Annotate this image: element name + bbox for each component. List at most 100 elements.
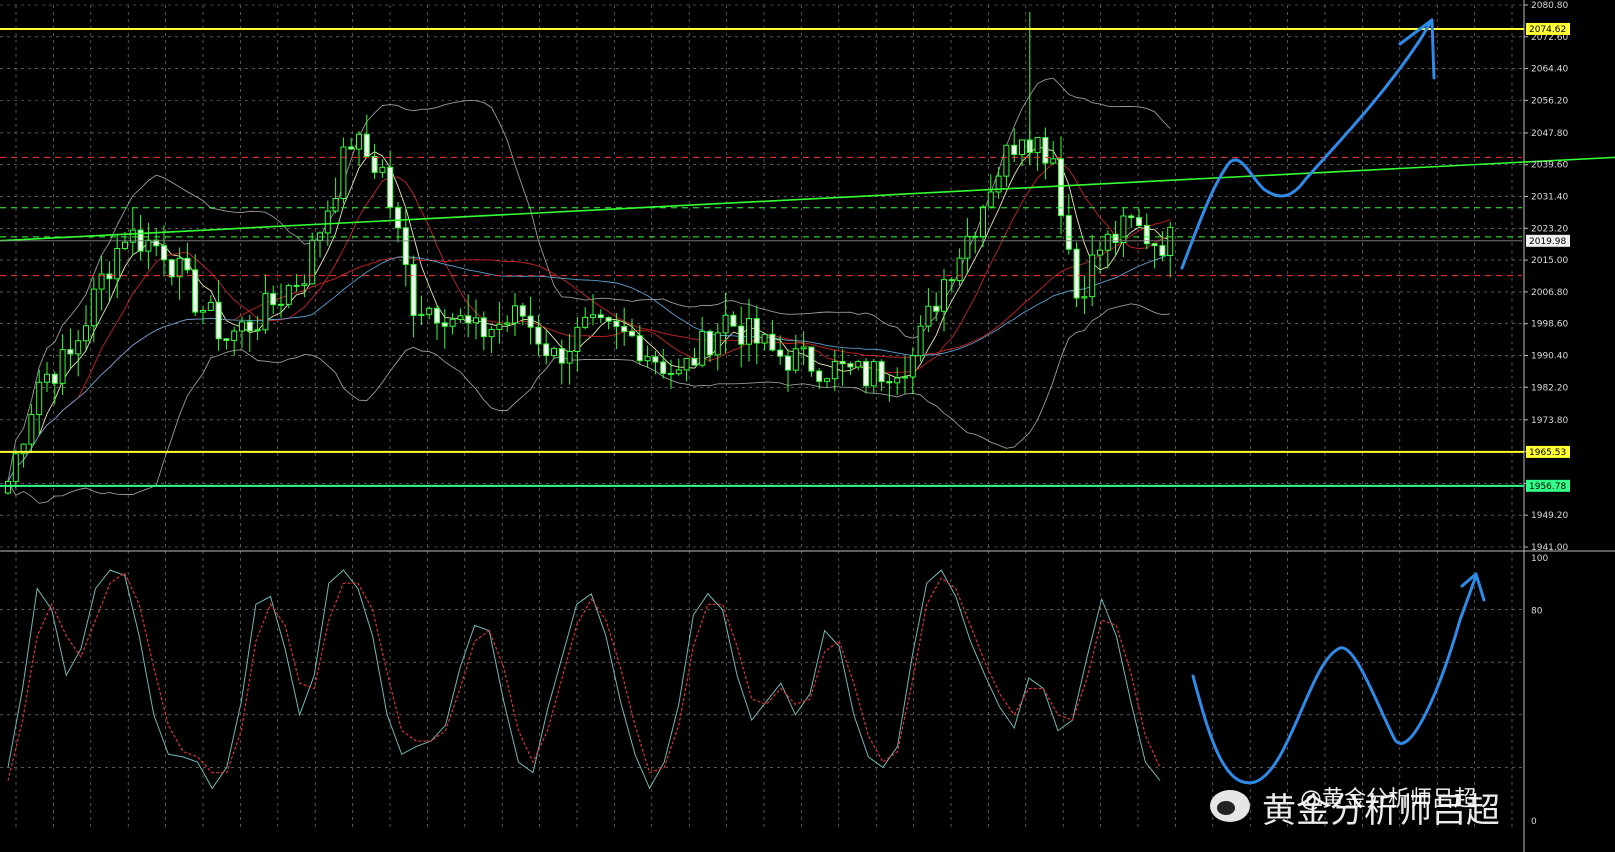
candle-body [285, 285, 292, 305]
candle-body [114, 248, 121, 280]
candle-body [761, 333, 768, 344]
candle-body [449, 318, 456, 327]
candle-body [1167, 226, 1174, 256]
candle-body [847, 363, 854, 368]
candle-body [410, 263, 417, 316]
candle-body [714, 332, 721, 356]
weibo-logo-eye [1217, 801, 1235, 815]
candle-body [1050, 158, 1057, 164]
candle-body [753, 318, 760, 344]
candle-body [590, 314, 596, 318]
candle-body [948, 279, 955, 282]
y-tick-label: 2056.20 [1531, 96, 1568, 106]
candle-body [44, 373, 50, 383]
candle-body [543, 343, 550, 357]
candle-body [90, 288, 97, 327]
candle-body [231, 330, 238, 341]
candle-body [1019, 139, 1025, 156]
candle-body [270, 293, 277, 306]
candle-body [504, 322, 511, 325]
candle-body [730, 314, 737, 327]
candle-body [363, 133, 370, 157]
candle-body [519, 305, 526, 317]
candle-body [792, 348, 799, 371]
candle-body [644, 356, 651, 362]
candle-body [636, 335, 643, 362]
candle-body [629, 330, 635, 337]
candle-body [309, 239, 316, 285]
candle-body [933, 305, 940, 312]
candle-body [168, 259, 175, 278]
y-tick-label: 1990.40 [1531, 351, 1568, 361]
candle-body [496, 323, 503, 330]
candle-body [12, 453, 19, 482]
osc-tick-label: 0 [1531, 817, 1537, 827]
candle-body [621, 325, 628, 332]
candle-body [1159, 245, 1166, 256]
candle-body [1065, 215, 1072, 250]
candle-body [824, 378, 830, 382]
candle-body [1058, 158, 1064, 217]
candle-body [769, 333, 776, 351]
candle-body [1112, 233, 1119, 244]
candle-body [855, 361, 862, 368]
candle-body [28, 413, 35, 445]
candle-body [512, 305, 518, 324]
candle-body [956, 257, 963, 282]
candle-body [808, 346, 815, 372]
chart-canvas: 2080.802072.602064.402056.202047.802039.… [0, 0, 1615, 852]
candle-body [488, 328, 495, 338]
candle-body [870, 361, 877, 387]
candle-body [863, 361, 869, 387]
candle-body [223, 338, 230, 341]
candle-body [254, 329, 261, 332]
candle-body [145, 239, 152, 252]
candle-body [566, 350, 573, 364]
candle-body [293, 284, 300, 287]
candle-body [660, 361, 667, 374]
candle-body [925, 305, 932, 327]
candle-body [324, 210, 331, 234]
candle-body [387, 166, 394, 208]
candle-body [894, 377, 901, 384]
y-tick-label: 1982.20 [1531, 383, 1568, 393]
candle-body [738, 325, 745, 345]
level-price-tag: 1956.78 [1529, 482, 1566, 492]
candle-body [582, 316, 589, 328]
candle-body [239, 321, 245, 332]
candle-body [777, 349, 784, 357]
candle-body [902, 376, 908, 379]
candle-body [800, 346, 807, 350]
candle-body [473, 317, 479, 324]
level-price-tag: 2074.62 [1529, 25, 1566, 35]
candle-body [83, 325, 89, 342]
candle-body [426, 307, 433, 315]
candle-body [348, 146, 355, 150]
candle-body [184, 257, 191, 271]
candle-body [1034, 137, 1041, 153]
candle-body [98, 273, 105, 290]
candle-body [722, 314, 729, 334]
candle-body [558, 348, 565, 364]
candle-body [831, 360, 838, 380]
candle-body [597, 314, 604, 319]
y-tick-label: 2080.80 [1531, 1, 1568, 11]
candle-body [1042, 137, 1049, 164]
y-tick-label: 1973.80 [1531, 416, 1568, 426]
candle-body [668, 372, 674, 375]
y-tick-label: 2031.40 [1531, 193, 1568, 203]
candle-body [909, 355, 916, 378]
candle-body [1073, 248, 1080, 299]
candle-body [129, 229, 136, 243]
candle-body [395, 206, 401, 229]
candle-body [605, 317, 612, 322]
y-tick-label: 1998.60 [1531, 320, 1568, 330]
candle-body [59, 349, 66, 384]
candle-body [691, 357, 698, 366]
candle-body [941, 279, 947, 312]
candle-body [1120, 215, 1127, 244]
candle-body [371, 155, 378, 173]
candle-body [402, 227, 409, 265]
candle-body [980, 206, 986, 238]
current-price-tag: 2019.98 [1529, 237, 1566, 247]
